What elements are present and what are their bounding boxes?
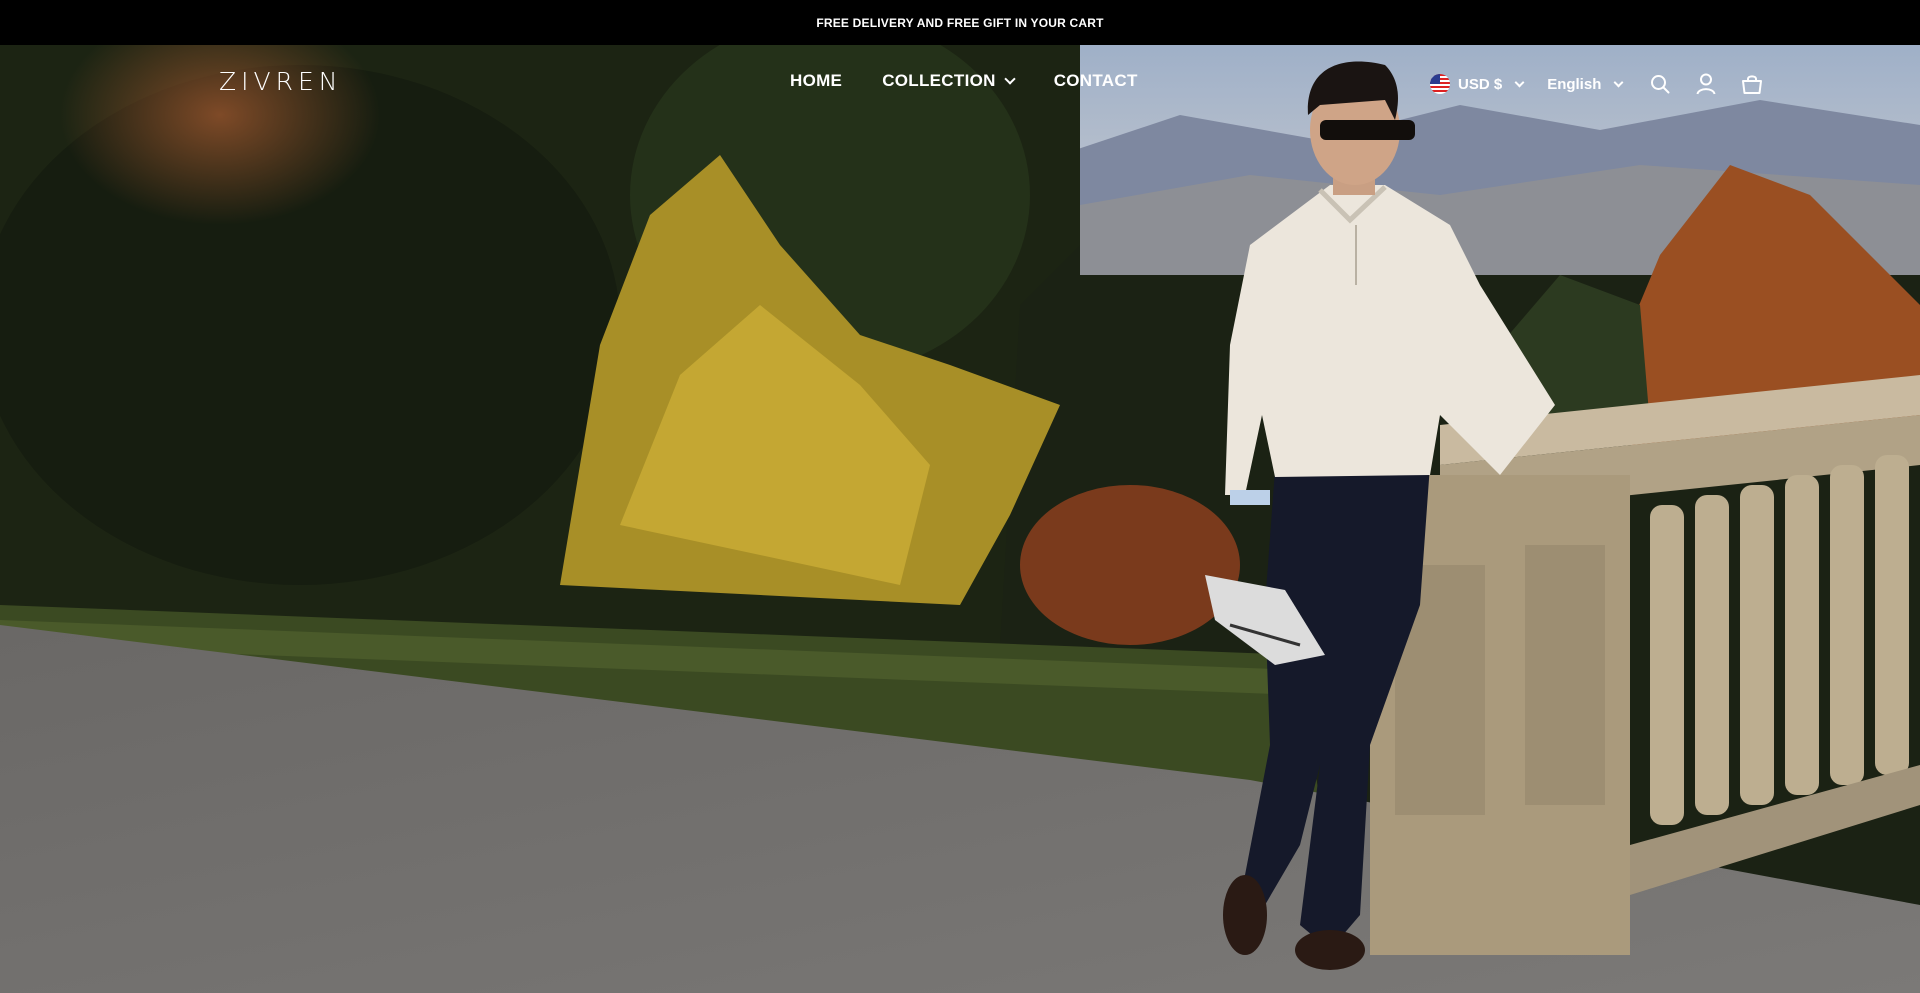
us-flag-icon [1430, 74, 1450, 94]
language-label: English [1547, 75, 1602, 93]
chevron-down-icon [1004, 72, 1016, 85]
site-header: ZIVREN HOME COLLECTION CONTACT USD $ Eng… [0, 45, 1920, 123]
nav-item-label: COLLECTION [882, 71, 996, 90]
header-utilities: USD $ English [1430, 72, 1764, 96]
hero-photo-illustration [0, 45, 1920, 993]
language-selector[interactable]: English [1547, 75, 1624, 93]
site-logo[interactable]: ZIVREN [219, 67, 342, 96]
currency-selector[interactable]: USD $ [1430, 74, 1525, 94]
hero-image [0, 45, 1920, 993]
nav-item-collection[interactable]: COLLECTION [882, 71, 1016, 91]
announcement-text: FREE DELIVERY AND FREE GIFT IN YOUR CART [816, 15, 1104, 30]
nav-item-home[interactable]: HOME [790, 71, 842, 91]
cart-icon[interactable] [1740, 72, 1764, 96]
search-icon[interactable] [1648, 72, 1672, 96]
chevron-down-icon [1613, 77, 1624, 87]
nav-item-label: HOME [790, 71, 843, 90]
currency-label: USD $ [1458, 75, 1503, 93]
main-nav: HOME COLLECTION CONTACT [790, 71, 1138, 91]
account-icon[interactable] [1694, 72, 1718, 96]
chevron-down-icon [1514, 77, 1525, 87]
announcement-bar: FREE DELIVERY AND FREE GIFT IN YOUR CART [0, 0, 1920, 45]
nav-item-contact[interactable]: CONTACT [1054, 71, 1138, 91]
nav-item-label: CONTACT [1053, 71, 1138, 90]
header-icons [1648, 72, 1764, 96]
